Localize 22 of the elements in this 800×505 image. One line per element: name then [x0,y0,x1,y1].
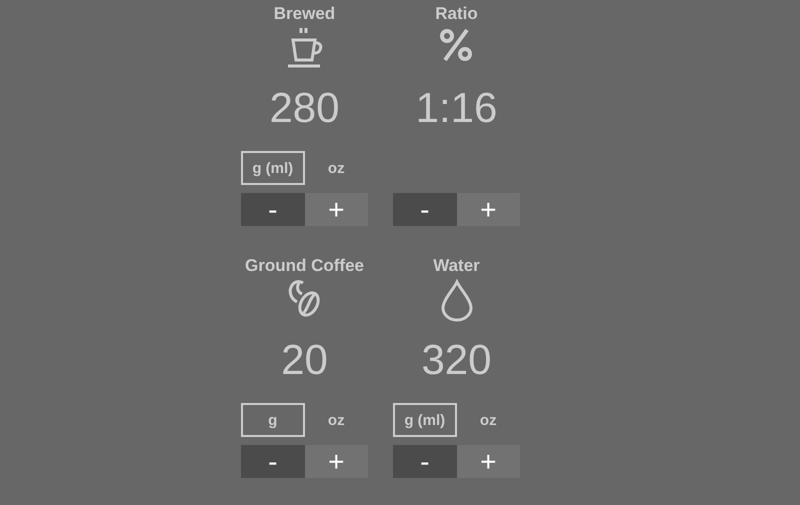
unit-toggle[interactable]: oz [304,403,368,437]
decrease-button[interactable]: - [393,193,456,226]
increase-button[interactable]: + [456,445,520,478]
decrease-button[interactable]: - [241,445,304,478]
decrease-button[interactable]: - [241,193,304,226]
value-text: 1:16 [416,83,498,133]
value-text: 320 [421,335,492,385]
unit-toggle[interactable]: g (ml) [241,151,304,185]
card-title: Ground Coffee [245,256,364,276]
value-text: 20 [281,335,328,385]
increase-button[interactable]: + [456,193,520,226]
unit-toggle[interactable]: g [241,403,304,437]
unit-toggle[interactable]: oz [304,151,368,185]
card-title: Water [433,256,480,276]
decrease-button[interactable]: - [393,445,456,478]
card-title: Ratio [435,4,478,24]
increase-button[interactable]: + [304,193,368,226]
card-title: Brewed [274,4,336,24]
unit-toggle[interactable]: oz [456,403,520,437]
value-text: 280 [269,83,340,133]
unit-toggle[interactable]: g (ml) [393,403,456,437]
increase-button[interactable]: + [304,445,368,478]
